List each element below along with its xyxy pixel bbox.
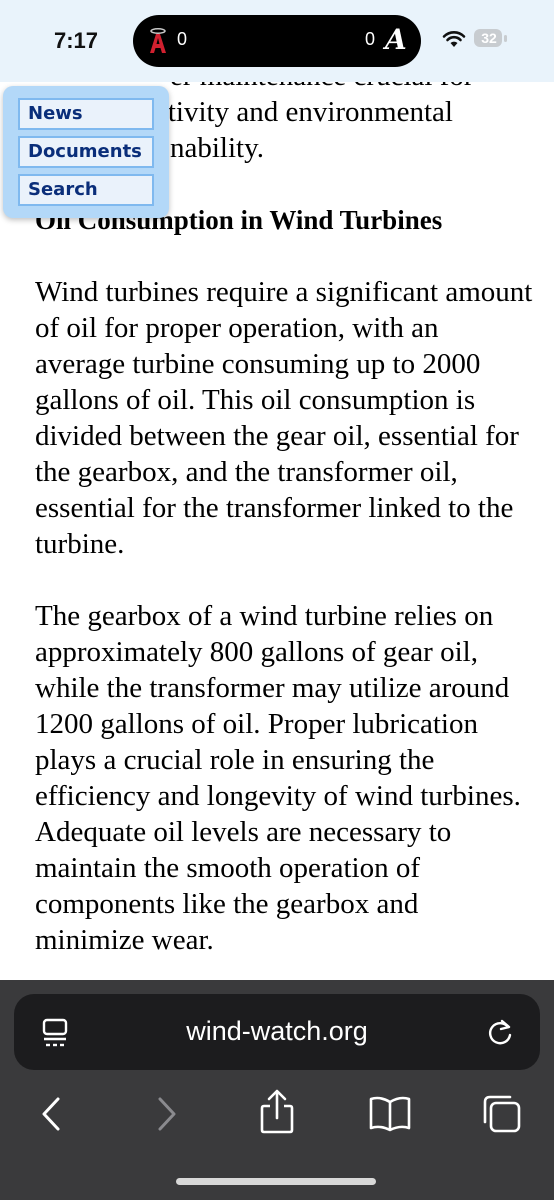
article-paragraph-2: Wind turbines require a significant amou… [35,276,533,560]
status-bar: 7:17 0 0 A 32 [0,0,554,82]
share-icon[interactable] [258,1088,296,1136]
braves-logo-icon: A [385,23,407,56]
nav-item-documents[interactable]: Documents [18,136,154,168]
angels-logo-icon [150,28,166,53]
tabs-icon[interactable] [482,1094,522,1134]
bookmarks-icon[interactable] [368,1096,412,1132]
reload-icon[interactable] [486,1018,514,1048]
dynamic-island-live-activity[interactable]: 0 0 A [133,15,421,67]
team-left-score: 0 [177,29,188,49]
nav-item-news[interactable]: News [18,98,154,130]
team-right-score: 0 [365,29,376,49]
wifi-icon [442,31,466,47]
address-bar[interactable]: wind-watch.org [14,994,540,1070]
url-text[interactable]: wind-watch.org [14,1016,540,1047]
back-icon[interactable] [40,1096,62,1132]
site-nav-menu: News Documents Search [3,86,169,218]
forward-icon [158,1097,176,1131]
nav-item-search[interactable]: Search [18,174,154,206]
home-indicator[interactable] [176,1178,376,1185]
clock: 7:17 [54,28,99,53]
browser-toolbar: wind-watch.org [0,980,554,1200]
article-paragraph-3: The gearbox of a wind turbine relies on … [35,600,521,956]
battery-level: 32 [481,30,497,46]
battery-icon: 32 [474,29,508,49]
